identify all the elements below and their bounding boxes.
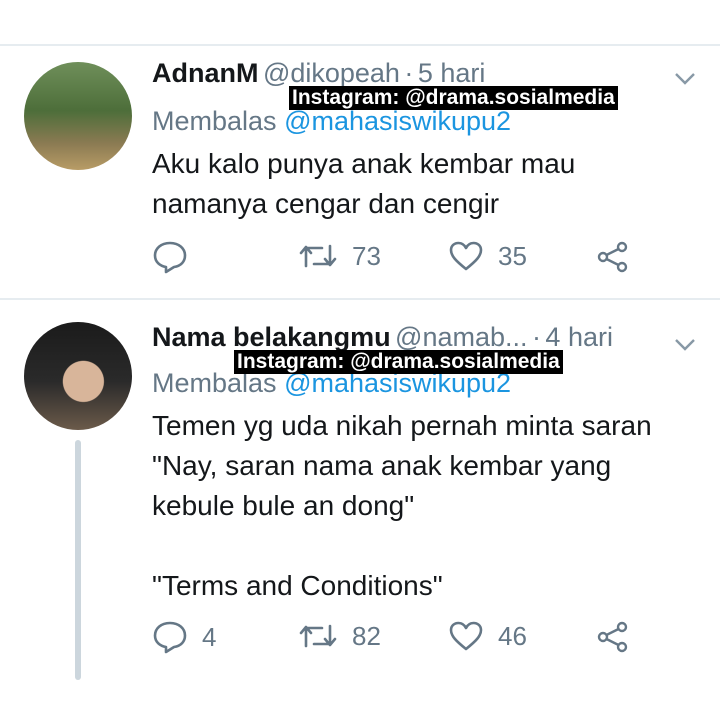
retweet-button[interactable]: 73 <box>298 240 381 272</box>
reply-context: Membalas @mahasiswikupu2 <box>152 106 511 137</box>
tweet-text: Aku kalo punya anak kembar mau namanya c… <box>152 148 576 219</box>
reply-button[interactable]: 4 <box>152 620 216 654</box>
heart-icon <box>448 240 484 272</box>
share-button[interactable] <box>596 620 630 654</box>
heart-icon <box>448 620 484 652</box>
avatar[interactable] <box>24 62 132 170</box>
author-handle[interactable]: @dikopeah <box>263 58 400 88</box>
chevron-down-icon[interactable] <box>674 66 696 92</box>
like-count: 46 <box>498 620 527 651</box>
retweet-icon <box>298 620 338 652</box>
author-name[interactable]: AdnanM <box>152 58 258 88</box>
retweet-count: 82 <box>352 620 381 651</box>
share-button[interactable] <box>596 240 630 274</box>
tweet-time[interactable]: 4 hari <box>545 322 613 352</box>
tweet-text: Temen yg uda nikah pernah minta saran "N… <box>152 410 652 601</box>
tweet-actions: 73 35 <box>152 240 632 280</box>
retweet-count: 73 <box>352 240 381 271</box>
avatar[interactable] <box>24 322 132 430</box>
retweet-icon <box>298 240 338 272</box>
share-icon <box>596 240 630 274</box>
reply-icon <box>152 240 188 274</box>
reply-icon <box>152 620 188 654</box>
retweet-button[interactable]: 82 <box>298 620 381 652</box>
reply-label: Membalas <box>152 106 277 136</box>
separator-dot: · <box>404 58 414 88</box>
watermark-label: Instagram: @drama.sosialmedia <box>234 350 563 374</box>
reply-mention-link[interactable]: @mahasiswikupu2 <box>284 106 511 136</box>
author-name[interactable]: Nama belakangmu <box>152 322 391 352</box>
like-button[interactable]: 46 <box>448 620 527 652</box>
separator-dot: · <box>531 322 541 352</box>
share-icon <box>596 620 630 654</box>
reply-button[interactable] <box>152 240 202 274</box>
tweet-header: Nama belakangmu @namab... · 4 hari <box>152 322 613 353</box>
reply-count: 4 <box>202 621 217 652</box>
tweet-actions: 4 82 46 <box>152 620 632 660</box>
thread-line <box>75 440 81 680</box>
tweet-time[interactable]: 5 hari <box>418 58 486 88</box>
tweet-card[interactable]: AdnanM @dikopeah · 5 hari Membalas @maha… <box>0 46 720 298</box>
chevron-down-icon[interactable] <box>674 332 696 358</box>
like-count: 35 <box>498 240 527 271</box>
watermark-label: Instagram: @drama.sosialmedia <box>289 86 618 110</box>
author-handle[interactable]: @namab... <box>395 322 527 352</box>
tweet-header: AdnanM @dikopeah · 5 hari <box>152 58 485 89</box>
like-button[interactable]: 35 <box>448 240 527 272</box>
